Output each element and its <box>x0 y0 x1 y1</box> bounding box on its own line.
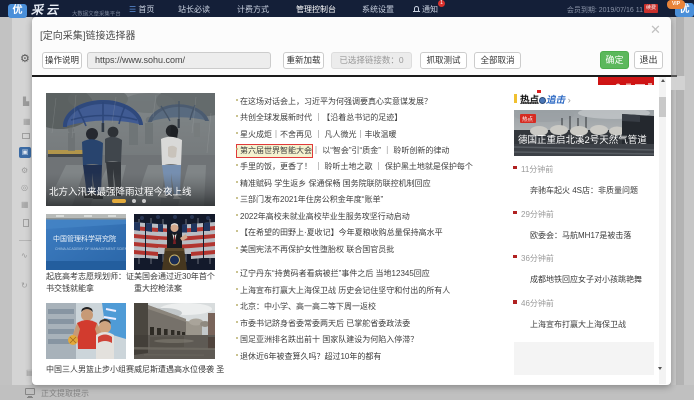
svg-text:德国正重启北溪2号天然气管道: 德国正重启北溪2号天然气管道 <box>518 134 647 146</box>
svg-text:热点: 热点 <box>522 115 534 123</box>
svg-text:中国管理科学研究院: 中国管理科学研究院 <box>53 234 116 243</box>
svg-text:北方入汛来最强降雨过程今夜上线: 北方入汛来最强降雨过程今夜上线 <box>49 186 192 198</box>
svg-text:CHINA ACADEMY OF MANAGEMENT SC: CHINA ACADEMY OF MANAGEMENT SCIENCE <box>55 247 126 251</box>
